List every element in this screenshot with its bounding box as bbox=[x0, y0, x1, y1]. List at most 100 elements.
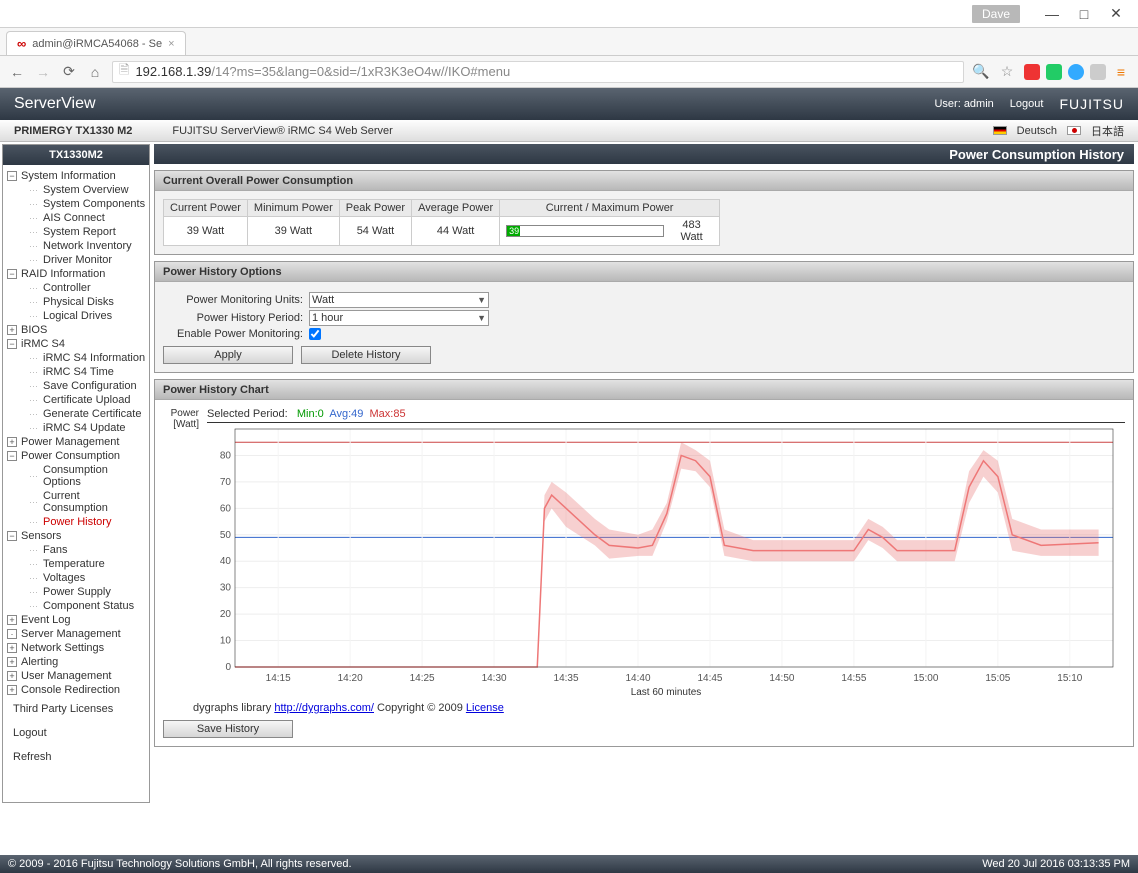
dash-icon[interactable]: · bbox=[7, 629, 17, 639]
sidebar-item[interactable]: ⋯AIS Connect bbox=[5, 211, 147, 225]
ext-skype-icon[interactable] bbox=[1068, 64, 1084, 80]
nav-label: User Management bbox=[21, 670, 112, 682]
browser-tab[interactable]: ∞ admin@iRMCA54068 - Se × bbox=[6, 31, 186, 55]
tab-close-icon[interactable]: × bbox=[168, 38, 174, 50]
server-line: FUJITSU ServerView® iRMC S4 Web Server bbox=[172, 125, 392, 137]
ext-green-icon[interactable] bbox=[1046, 64, 1062, 80]
svg-text:50: 50 bbox=[220, 530, 232, 541]
address-bar[interactable]: 🗎 192.168.1.39/14?ms=35&lang=0&sid=/1xR3… bbox=[112, 61, 964, 83]
sidebar-group[interactable]: −Sensors bbox=[5, 529, 147, 543]
lang-jp-link[interactable]: 日本語 bbox=[1091, 123, 1124, 139]
sidebar-item[interactable]: ⋯Voltages bbox=[5, 571, 147, 585]
sidebar-item[interactable]: ⋯Controller bbox=[5, 281, 147, 295]
back-button[interactable]: ← bbox=[8, 63, 26, 81]
minus-icon[interactable]: − bbox=[7, 531, 17, 541]
sidebar: TX1330M2 −System Information⋯System Over… bbox=[2, 144, 150, 803]
sidebar-group[interactable]: +Event Log bbox=[5, 613, 147, 627]
extension-icons: ≡ bbox=[1024, 63, 1130, 81]
sidebar-item[interactable]: ⋯Component Status bbox=[5, 599, 147, 613]
home-button[interactable]: ⌂ bbox=[86, 63, 104, 81]
svg-text:70: 70 bbox=[220, 477, 232, 488]
sidebar-group[interactable]: −RAID Information bbox=[5, 267, 147, 281]
plus-icon[interactable]: + bbox=[7, 685, 17, 695]
sidebar-item[interactable]: ⋯Temperature bbox=[5, 557, 147, 571]
nav-label: Voltages bbox=[43, 572, 85, 584]
nav-label: Driver Monitor bbox=[43, 254, 112, 266]
sidebar-item[interactable]: ⋯iRMC S4 Update bbox=[5, 421, 147, 435]
tree-line-icon: ⋯ bbox=[29, 297, 37, 308]
menu-icon[interactable]: ≡ bbox=[1112, 63, 1130, 81]
sidebar-group[interactable]: +Console Redirection bbox=[5, 683, 147, 697]
url-host: 192.168.1.39 bbox=[135, 64, 211, 79]
page-title: Power Consumption History bbox=[154, 144, 1134, 164]
sidebar-item[interactable]: ⋯iRMC S4 Information bbox=[5, 351, 147, 365]
minus-icon[interactable]: − bbox=[7, 339, 17, 349]
page-footer: © 2009 - 2016 Fujitsu Technology Solutio… bbox=[0, 855, 1138, 873]
ext-grey-icon[interactable] bbox=[1090, 64, 1106, 80]
sidebar-group[interactable]: + User Management bbox=[5, 669, 147, 683]
plus-icon[interactable]: + bbox=[7, 643, 17, 653]
logout-link[interactable]: Logout bbox=[1010, 98, 1044, 110]
dygraphs-link[interactable]: http://dygraphs.com/ bbox=[274, 702, 374, 714]
sidebar-group[interactable]: ·Server Management bbox=[5, 627, 147, 641]
sidebar-footer-link[interactable]: Third Party Licenses bbox=[5, 697, 147, 721]
nav-label: Power Consumption bbox=[21, 450, 120, 462]
sidebar-group[interactable]: +Alerting bbox=[5, 655, 147, 669]
forward-button[interactable]: → bbox=[34, 63, 52, 81]
chart-min: Min:0 bbox=[297, 408, 324, 420]
bookmark-icon[interactable]: ☆ bbox=[998, 63, 1016, 81]
sidebar-item[interactable]: ⋯iRMC S4 Time bbox=[5, 365, 147, 379]
zoom-icon[interactable]: 🔍 bbox=[972, 63, 990, 81]
sidebar-item[interactable]: ⋯ Driver Monitor bbox=[5, 253, 147, 267]
sel-period-label: Selected Period: bbox=[207, 408, 288, 420]
minus-icon[interactable]: − bbox=[7, 171, 17, 181]
sidebar-footer-link[interactable]: Logout bbox=[5, 721, 147, 745]
license-link[interactable]: License bbox=[466, 702, 504, 714]
sidebar-item[interactable]: ⋯System Overview bbox=[5, 183, 147, 197]
sidebar-item[interactable]: ⋯Power Supply bbox=[5, 585, 147, 599]
ext-red-icon[interactable] bbox=[1024, 64, 1040, 80]
reload-button[interactable]: ⟳ bbox=[60, 63, 78, 81]
plus-icon[interactable]: + bbox=[7, 671, 17, 681]
window-close-button[interactable]: ✕ bbox=[1100, 4, 1132, 24]
sidebar-group[interactable]: −Power Consumption bbox=[5, 449, 147, 463]
sidebar-item[interactable]: ⋯Certificate Upload bbox=[5, 393, 147, 407]
sidebar-item[interactable]: ⋯Logical Drives bbox=[5, 309, 147, 323]
sidebar-group[interactable]: +Network Settings bbox=[5, 641, 147, 655]
window-minimize-button[interactable]: — bbox=[1036, 4, 1068, 24]
minus-icon[interactable]: − bbox=[7, 269, 17, 279]
sidebar-item[interactable]: ⋯Power History bbox=[5, 515, 147, 529]
sidebar-item[interactable]: ⋯Physical Disks bbox=[5, 295, 147, 309]
save-history-button[interactable]: Save History bbox=[163, 720, 293, 738]
units-select[interactable]: Watt▼ bbox=[309, 292, 489, 308]
sidebar-item[interactable]: ⋯System Report bbox=[5, 225, 147, 239]
sidebar-group[interactable]: −System Information bbox=[5, 169, 147, 183]
power-bar: 39 bbox=[506, 225, 664, 237]
sidebar-item[interactable]: ⋯Fans bbox=[5, 543, 147, 557]
window-maximize-button[interactable]: □ bbox=[1068, 4, 1100, 24]
sidebar-item[interactable]: ⋯Current Consumption bbox=[5, 489, 147, 515]
sidebar-item[interactable]: ⋯Network Inventory bbox=[5, 239, 147, 253]
sidebar-group[interactable]: −iRMC S4 bbox=[5, 337, 147, 351]
plus-icon[interactable]: + bbox=[7, 437, 17, 447]
sidebar-item[interactable]: ⋯Save Configuration bbox=[5, 379, 147, 393]
delete-history-button[interactable]: Delete History bbox=[301, 346, 431, 364]
plus-icon[interactable]: + bbox=[7, 325, 17, 335]
sidebar-item[interactable]: ⋯System Components bbox=[5, 197, 147, 211]
nav-label: Network Inventory bbox=[43, 240, 132, 252]
plus-icon[interactable]: + bbox=[7, 615, 17, 625]
sidebar-footer-link[interactable]: Refresh bbox=[5, 745, 147, 769]
tree-line-icon: ⋯ bbox=[29, 587, 37, 598]
sidebar-group[interactable]: +BIOS bbox=[5, 323, 147, 337]
sidebar-item[interactable]: ⋯Consumption Options bbox=[5, 463, 147, 489]
minus-icon[interactable]: − bbox=[7, 451, 17, 461]
apply-button[interactable]: Apply bbox=[163, 346, 293, 364]
enable-monitoring-checkbox[interactable] bbox=[309, 328, 321, 340]
plus-icon[interactable]: + bbox=[7, 657, 17, 667]
tree-line-icon: ⋯ bbox=[29, 255, 37, 266]
period-select[interactable]: 1 hour▼ bbox=[309, 310, 489, 326]
sidebar-group[interactable]: +Power Management bbox=[5, 435, 147, 449]
nav-label: Logical Drives bbox=[43, 310, 112, 322]
lang-de-link[interactable]: Deutsch bbox=[1017, 125, 1057, 137]
sidebar-item[interactable]: ⋯Generate Certificate bbox=[5, 407, 147, 421]
